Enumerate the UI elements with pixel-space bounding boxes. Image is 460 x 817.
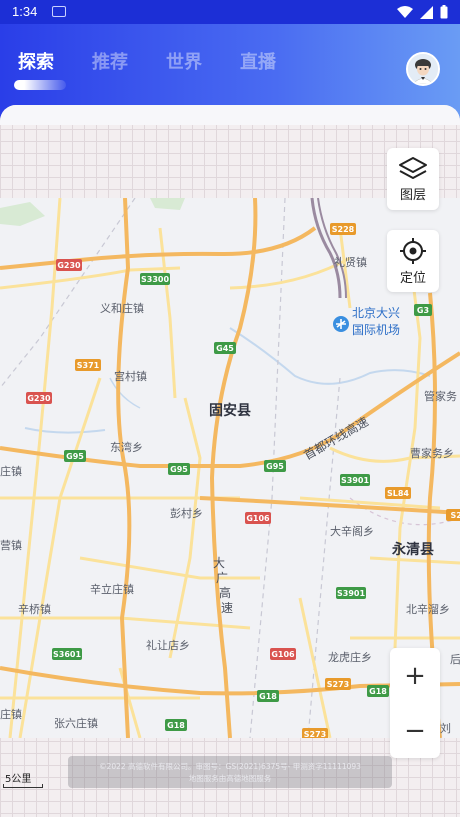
place-label: 义和庄镇 <box>100 301 144 315</box>
place-label: 曹家务乡 <box>410 446 454 460</box>
zoom-in-button[interactable]: + <box>390 648 440 703</box>
wifi-icon <box>397 5 413 18</box>
tab-bar: 探索 推荐 世界 直播 <box>18 48 314 74</box>
road-shield-label: G45 <box>216 344 234 353</box>
road-shield-label: S273 <box>304 730 326 738</box>
tab-world[interactable]: 世界 <box>166 48 240 74</box>
system-icons <box>397 5 448 19</box>
road-shield-label: S371 <box>77 361 100 370</box>
road-shield-label: S228 <box>332 225 355 234</box>
place-label: 辛桥镇 <box>18 602 51 616</box>
place-label: 后 <box>450 653 460 666</box>
road-shield-label: G106 <box>246 514 270 523</box>
place-label: 礼贤镇 <box>334 255 367 269</box>
airport-label: 北京大兴 <box>352 306 400 320</box>
copyright-line-2: 地图服务由高德地图服务 <box>188 774 272 783</box>
card-top-strip <box>0 105 460 125</box>
road-shield-label: G3 <box>417 306 429 315</box>
place-label: 礼让店乡 <box>146 638 190 652</box>
place-label: 庄镇 <box>0 707 22 721</box>
road-shield-label: G18 <box>369 687 387 696</box>
road-shield-label: G18 <box>167 721 185 730</box>
road-shield-label: G95 <box>66 452 84 461</box>
road-shield-label: G95 <box>170 465 188 474</box>
tab-recommend[interactable]: 推荐 <box>92 48 166 74</box>
road-shield-label: G18 <box>259 692 277 701</box>
svg-text:速: 速 <box>221 601 233 615</box>
place-label: 辛立庄镇 <box>90 582 134 596</box>
locate-button[interactable]: 定位 <box>387 230 439 292</box>
layers-button[interactable]: 图层 <box>387 148 439 210</box>
place-label: 北辛溜乡 <box>406 602 450 616</box>
place-label: 龙虎庄乡 <box>328 650 372 664</box>
road-shield-label: S273 <box>327 680 349 689</box>
road-shield-label: S3300 <box>141 275 169 284</box>
notification-icon <box>52 6 66 17</box>
road-shield-label: S27 <box>451 511 460 520</box>
scale-bar <box>3 784 43 788</box>
zoom-out-button[interactable]: − <box>390 703 440 758</box>
tab-indicator <box>14 80 66 90</box>
layers-icon <box>399 156 427 179</box>
place-label: 大辛阁乡 <box>330 524 374 538</box>
status-bar: 1:34 <box>0 0 460 24</box>
road-shield-label: SL84 <box>387 489 409 498</box>
city-label: 固安县 <box>209 402 251 419</box>
road-shield-label: G95 <box>266 462 284 471</box>
tab-explore[interactable]: 探索 <box>18 48 92 74</box>
layers-label: 图层 <box>399 187 426 203</box>
status-time: 1:34 <box>12 4 38 19</box>
road-shield-label: G230 <box>27 394 51 403</box>
place-label: 刘 <box>440 722 451 735</box>
road-shield-label: S3901 <box>341 476 369 485</box>
locate-icon <box>400 237 426 264</box>
city-label: 永清县 <box>391 541 434 558</box>
copyright-line-1: ©2022 高德软件有限公司。审图号：GS(2021)6375号- 甲测资字11… <box>99 762 361 771</box>
scale-label: 5公里 <box>5 774 32 785</box>
place-label: 张六庄镇 <box>54 716 98 730</box>
place-label: 彭村乡 <box>170 506 203 520</box>
road-shield-label: G230 <box>57 261 81 270</box>
place-label: 宫村镇 <box>114 369 147 383</box>
zoom-control: + − <box>390 648 440 758</box>
svg-text:广: 广 <box>216 571 228 585</box>
road-shield-label: G106 <box>271 650 295 659</box>
svg-text:大: 大 <box>213 556 225 570</box>
road-shield-label: S3601 <box>53 650 81 659</box>
road-shield-label: S3901 <box>337 589 365 598</box>
place-label: 东湾乡 <box>110 440 143 454</box>
map-copyright: ©2022 高德软件有限公司。审图号：GS(2021)6375号- 甲测资字11… <box>68 756 392 788</box>
signal-icon <box>420 5 433 19</box>
place-label: 营镇 <box>0 538 22 552</box>
avatar-icon <box>408 54 438 84</box>
tab-live[interactable]: 直播 <box>240 48 314 74</box>
place-label: 管家务 <box>424 389 457 403</box>
battery-icon <box>440 5 448 19</box>
locate-label: 定位 <box>399 270 426 286</box>
avatar[interactable] <box>406 52 440 86</box>
svg-text:高: 高 <box>219 585 231 600</box>
place-label: 庄镇 <box>0 464 22 478</box>
airport-label: 国际机场 <box>352 323 400 337</box>
